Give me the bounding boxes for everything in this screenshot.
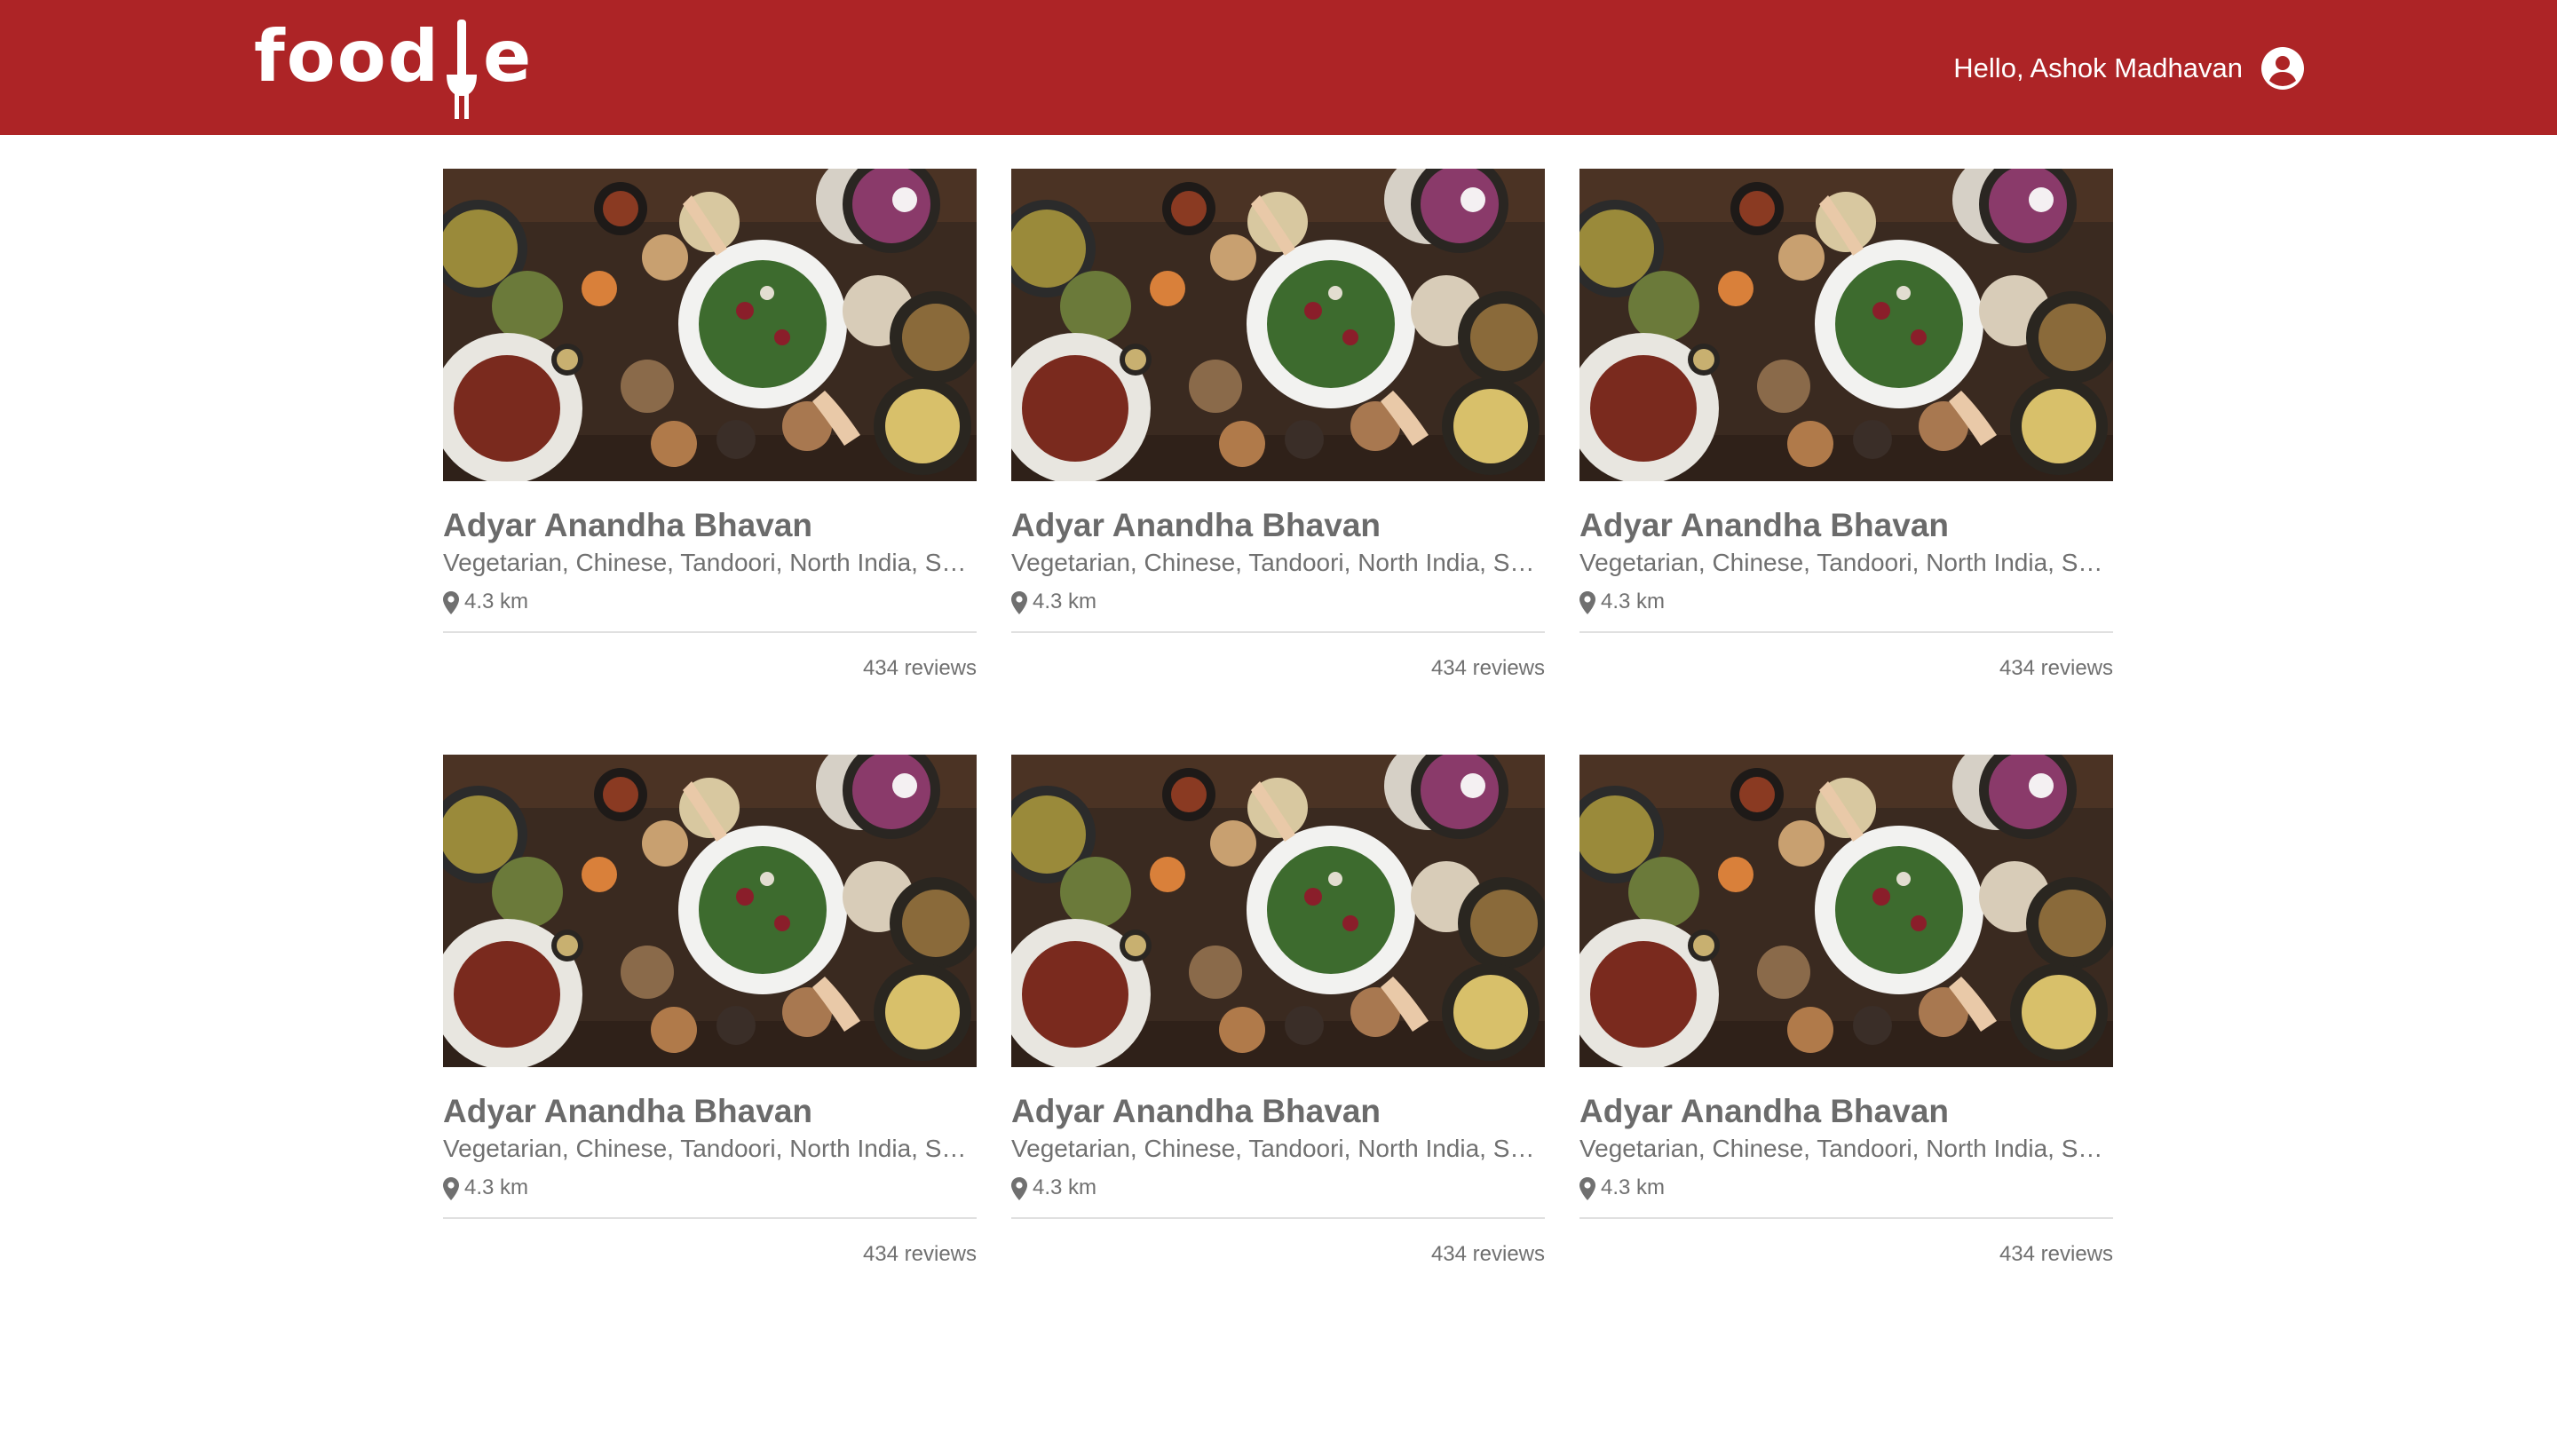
- restaurant-name[interactable]: Adyar Anandha Bhavan: [443, 1094, 977, 1130]
- restaurant-distance: 4.3 km: [443, 1175, 977, 1201]
- distance-value: 4.3 km: [1033, 1175, 1097, 1200]
- review-count[interactable]: 434 reviews: [1579, 656, 2113, 682]
- greeting-text: Hello, Ashok Madhavan: [1953, 52, 2243, 83]
- food-platter-photo[interactable]: [443, 755, 977, 1067]
- card-divider: [1579, 1217, 2113, 1220]
- distance-value: 4.3 km: [1601, 590, 1666, 614]
- restaurant-distance: 4.3 km: [443, 590, 977, 615]
- review-count[interactable]: 434 reviews: [1011, 656, 1545, 682]
- restaurant-cuisines: Vegetarian, Chinese, Tandoori, North Ind…: [1011, 1134, 1545, 1162]
- logo-text-right: e: [483, 15, 534, 98]
- restaurant-card[interactable]: Adyar Anandha Bhavan Vegetarian, Chinese…: [443, 755, 977, 1270]
- restaurant-cuisines: Vegetarian, Chinese, Tandoori, North Ind…: [1011, 548, 1545, 576]
- distance-value: 4.3 km: [1601, 1175, 1666, 1200]
- restaurant-cuisines: Vegetarian, Chinese, Tandoori, North Ind…: [443, 1134, 977, 1162]
- food-platter-photo[interactable]: [1011, 169, 1545, 481]
- restaurant-name[interactable]: Adyar Anandha Bhavan: [1579, 508, 2113, 544]
- restaurant-distance: 4.3 km: [1011, 1175, 1545, 1201]
- map-pin-icon: [443, 590, 459, 614]
- restaurant-name[interactable]: Adyar Anandha Bhavan: [1579, 1094, 2113, 1130]
- food-platter-photo[interactable]: [1579, 169, 2113, 481]
- user-circle-icon[interactable]: [2260, 46, 2305, 91]
- restaurant-distance: 4.3 km: [1579, 590, 2113, 615]
- restaurant-name[interactable]: Adyar Anandha Bhavan: [1011, 1094, 1545, 1130]
- card-divider: [1011, 631, 1545, 634]
- distance-value: 4.3 km: [464, 590, 529, 614]
- distance-value: 4.3 km: [1033, 590, 1097, 614]
- restaurant-cuisines: Vegetarian, Chinese, Tandoori, North Ind…: [1579, 1134, 2113, 1162]
- map-pin-icon: [1011, 590, 1027, 614]
- fork-icon: [447, 20, 477, 119]
- restaurant-cuisines: Vegetarian, Chinese, Tandoori, North Ind…: [443, 548, 977, 576]
- foodle-logo[interactable]: food e: [254, 12, 533, 119]
- review-count[interactable]: 434 reviews: [1011, 1242, 1545, 1268]
- restaurant-grid: Adyar Anandha Bhavan Vegetarian, Chinese…: [443, 169, 2114, 1270]
- review-count[interactable]: 434 reviews: [443, 1242, 977, 1268]
- restaurant-card[interactable]: Adyar Anandha Bhavan Vegetarian, Chinese…: [1011, 169, 1545, 684]
- card-divider: [443, 1217, 977, 1220]
- map-pin-icon: [1579, 1176, 1595, 1200]
- restaurant-cuisines: Vegetarian, Chinese, Tandoori, North Ind…: [1579, 548, 2113, 576]
- card-divider: [1011, 1217, 1545, 1220]
- restaurant-card[interactable]: Adyar Anandha Bhavan Vegetarian, Chinese…: [1579, 755, 2113, 1270]
- map-pin-icon: [1579, 590, 1595, 614]
- food-platter-photo[interactable]: [1579, 755, 2113, 1067]
- card-divider: [443, 631, 977, 634]
- review-count[interactable]: 434 reviews: [1579, 1242, 2113, 1268]
- restaurant-name[interactable]: Adyar Anandha Bhavan: [1011, 508, 1545, 544]
- map-pin-icon: [1011, 1176, 1027, 1200]
- restaurant-card[interactable]: Adyar Anandha Bhavan Vegetarian, Chinese…: [1011, 755, 1545, 1270]
- map-pin-icon: [443, 1176, 459, 1200]
- top-navbar: food e Hello, Ashok Madhavan: [0, 0, 2557, 135]
- distance-value: 4.3 km: [464, 1175, 529, 1200]
- restaurant-distance: 4.3 km: [1011, 590, 1545, 615]
- restaurant-card[interactable]: Adyar Anandha Bhavan Vegetarian, Chinese…: [443, 169, 977, 684]
- card-divider: [1579, 631, 2113, 634]
- logo-text-left: food: [254, 15, 440, 98]
- restaurant-card[interactable]: Adyar Anandha Bhavan Vegetarian, Chinese…: [1579, 169, 2113, 684]
- restaurant-name[interactable]: Adyar Anandha Bhavan: [443, 508, 977, 544]
- review-count[interactable]: 434 reviews: [443, 656, 977, 682]
- restaurant-distance: 4.3 km: [1579, 1175, 2113, 1201]
- food-platter-photo[interactable]: [443, 169, 977, 481]
- food-platter-photo[interactable]: [1011, 755, 1545, 1067]
- user-menu[interactable]: Hello, Ashok Madhavan: [1953, 41, 2305, 96]
